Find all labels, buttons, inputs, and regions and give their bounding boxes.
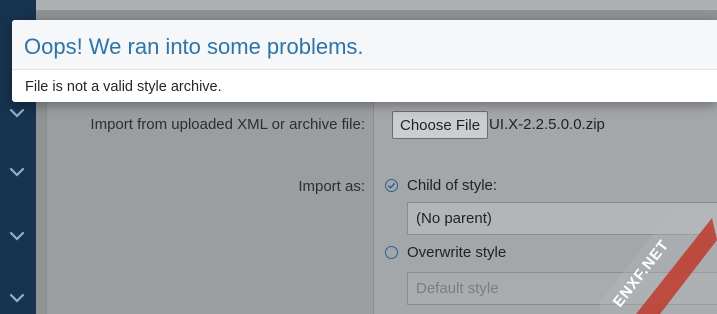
chevron-down-icon[interactable] xyxy=(6,225,28,247)
radio-check-icon xyxy=(387,182,396,189)
error-message: File is not a valid style archive. xyxy=(25,79,222,95)
overwrite-style-label[interactable]: Overwrite style xyxy=(407,244,506,261)
chevron-down-icon[interactable] xyxy=(6,102,28,124)
error-title: Oops! We ran into some problems. xyxy=(24,34,364,59)
import-as-label: Import as: xyxy=(298,178,365,195)
choose-file-button[interactable]: Choose File xyxy=(392,111,489,139)
import-file-label: Import from uploaded XML or archive file… xyxy=(90,116,365,133)
child-of-style-label[interactable]: Child of style: xyxy=(407,177,497,194)
error-header: Oops! We ran into some problems. xyxy=(12,20,717,70)
chevron-down-icon[interactable] xyxy=(6,287,28,309)
page-header-strip xyxy=(36,0,717,10)
error-overlay[interactable]: Oops! We ran into some problems. File is… xyxy=(12,20,717,102)
form-divider xyxy=(373,100,374,314)
overwrite-style-radio[interactable] xyxy=(385,246,398,259)
selected-file-name: UI.X-2.2.5.0.0.zip xyxy=(489,116,605,133)
watermark-logo: ENXF.NET xyxy=(600,210,717,314)
child-of-style-radio[interactable] xyxy=(385,179,398,192)
chevron-down-icon[interactable] xyxy=(6,161,28,183)
